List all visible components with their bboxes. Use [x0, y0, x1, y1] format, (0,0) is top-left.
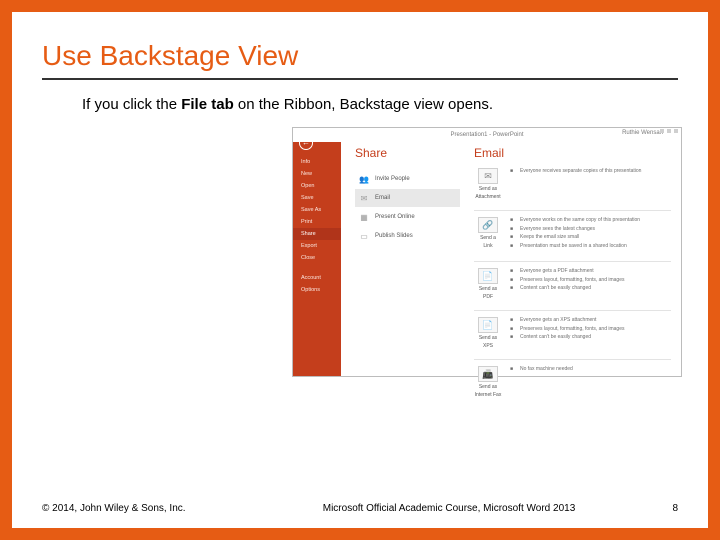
divider — [474, 261, 671, 262]
divider — [474, 310, 671, 311]
sidebar-item-save-as[interactable]: Save As — [293, 204, 341, 216]
invite-people-icon: 👥 — [358, 174, 370, 184]
bullet-item: Everyone gets a PDF attachment — [510, 268, 671, 277]
sidebar-item-options[interactable]: Options — [293, 284, 341, 296]
bullet-item: No fax machine needed — [510, 366, 671, 375]
slide-footer: © 2014, John Wiley & Sons, Inc. Microsof… — [42, 503, 678, 514]
footer-copyright: © 2014, John Wiley & Sons, Inc. — [42, 503, 186, 514]
email-option-block: 📄 Send as XPS Everyone gets an XPS attachme… — [474, 317, 671, 349]
sidebar-item-info[interactable]: Info — [293, 156, 341, 168]
button-label-line1: Send as — [479, 286, 497, 292]
bullet-item: Everyone gets an XPS attachment — [510, 317, 671, 326]
button-label-line1: Send as — [479, 186, 497, 192]
bullet-item: Everyone sees the latest changes — [510, 226, 671, 235]
email-option-bullets: No fax machine needed — [510, 366, 671, 398]
share-item-present-online[interactable]: ▦ Present Online — [355, 208, 460, 226]
bullet-item: Keeps the email size small — [510, 234, 671, 243]
sidebar-item-export[interactable]: Export — [293, 240, 341, 252]
email-option-block: 🔗 Send a Link Everyone works on the same co… — [474, 217, 671, 251]
body-suffix: on the Ribbon, Backstage view opens. — [234, 96, 493, 113]
email-option-bullets: Everyone receives separate copies of thi… — [510, 168, 671, 200]
bullet-item: Everyone works on the same copy of this … — [510, 217, 671, 226]
bullet-item: Content can't be easily changed — [510, 285, 671, 294]
send-as-attachment-button[interactable]: ✉ Send as Attachment — [474, 168, 502, 200]
email-option-icon: 📠 — [478, 366, 498, 382]
sidebar-item-new[interactable]: New — [293, 168, 341, 180]
backstage-screenshot: Presentation1 - PowerPoint Ruthie Wensan… — [292, 127, 682, 377]
window-title: Presentation1 - PowerPoint — [450, 132, 523, 138]
share-item-invite-people[interactable]: 👥 Invite People — [355, 170, 460, 188]
minimize-icon[interactable] — [660, 129, 664, 133]
share-item-label: Present Online — [375, 214, 415, 220]
slide-frame: Use Backstage View If you click the File… — [0, 0, 720, 540]
email-option-bullets: Everyone works on the same copy of this … — [510, 217, 671, 251]
body-prefix: If you click the — [82, 96, 181, 113]
bullet-item: Preserves layout, formatting, fonts, and… — [510, 326, 671, 335]
share-item-publish-slides[interactable]: ▭ Publish Slides — [355, 227, 460, 245]
slide-body: If you click the File tab on the Ribbon,… — [82, 96, 678, 113]
email-heading: Email — [474, 146, 671, 160]
sidebar-item-save[interactable]: Save — [293, 192, 341, 204]
slide-title: Use Backstage View — [42, 40, 678, 80]
send-as-xps-button[interactable]: 📄 Send as XPS — [474, 317, 502, 349]
bullet-item: Presentation must be saved in a shared l… — [510, 243, 671, 252]
bullet-item: Preserves layout, formatting, fonts, and… — [510, 277, 671, 286]
email-option-block: 📠 Send as Internet Fax No fax machine neede… — [474, 366, 671, 398]
backstage-sidebar: ← InfoNewOpenSaveSave AsPrintShareExport… — [293, 128, 341, 376]
share-item-label: Email — [375, 195, 390, 201]
window-controls — [660, 129, 678, 133]
email-column: Email ✉ Send as Attachment Everyone receive… — [460, 146, 671, 370]
button-label-line2: Link — [483, 243, 492, 249]
email-option-icon: 🔗 — [478, 217, 498, 233]
email-option-block: 📄 Send as PDF Everyone gets a PDF attachmen… — [474, 268, 671, 300]
bullet-item: Content can't be easily changed — [510, 334, 671, 343]
share-heading: Share — [355, 146, 460, 160]
email-option-block: ✉ Send as Attachment Everyone receives sepa… — [474, 168, 671, 200]
powerpoint-backstage-window: Presentation1 - PowerPoint Ruthie Wensan… — [292, 127, 682, 377]
email-option-bullets: Everyone gets a PDF attachmentPreserves … — [510, 268, 671, 300]
button-label-line1: Send as — [479, 335, 497, 341]
email-icon: ✉ — [358, 193, 370, 203]
sidebar-item-share[interactable]: Share — [293, 228, 341, 240]
email-option-icon: 📄 — [478, 268, 498, 284]
share-column: Share 👥 Invite People ✉ Email ▦ Present Onlin… — [355, 146, 460, 370]
publish-slides-icon: ▭ — [358, 231, 370, 241]
send-a-link-button[interactable]: 🔗 Send a Link — [474, 217, 502, 251]
maximize-icon[interactable] — [667, 129, 671, 133]
button-label-line2: XPS — [483, 343, 493, 349]
email-option-bullets: Everyone gets an XPS attachmentPreserves… — [510, 317, 671, 349]
button-label-line1: Send a — [480, 235, 496, 241]
footer-course: Microsoft Official Academic Course, Micr… — [186, 503, 673, 514]
button-label-line2: Attachment — [475, 194, 500, 200]
sidebar-item-close[interactable]: Close — [293, 252, 341, 264]
send-as-pdf-button[interactable]: 📄 Send as PDF — [474, 268, 502, 300]
button-label-line2: PDF — [483, 294, 493, 300]
divider — [474, 210, 671, 211]
button-label-line1: Send as — [479, 384, 497, 390]
share-item-email[interactable]: ✉ Email — [355, 189, 460, 207]
body-bold: File tab — [181, 96, 234, 113]
present-online-icon: ▦ — [358, 212, 370, 222]
bullet-item: Everyone receives separate copies of thi… — [510, 168, 671, 177]
share-item-label: Invite People — [375, 176, 410, 182]
signed-in-user: Ruthie Wensan — [622, 130, 663, 136]
share-item-label: Publish Slides — [375, 233, 413, 239]
sidebar-item-spacer — [293, 264, 341, 272]
send-as-internet-fax-button[interactable]: 📠 Send as Internet Fax — [474, 366, 502, 398]
email-option-icon: ✉ — [478, 168, 498, 184]
sidebar-item-print[interactable]: Print — [293, 216, 341, 228]
footer-page-number: 8 — [672, 503, 678, 514]
button-label-line2: Internet Fax — [475, 392, 502, 398]
close-icon[interactable] — [674, 129, 678, 133]
divider — [474, 359, 671, 360]
backstage-main: Share 👥 Invite People ✉ Email ▦ Present Onlin… — [341, 128, 681, 376]
sidebar-item-account[interactable]: Account — [293, 272, 341, 284]
sidebar-item-open[interactable]: Open — [293, 180, 341, 192]
email-option-icon: 📄 — [478, 317, 498, 333]
